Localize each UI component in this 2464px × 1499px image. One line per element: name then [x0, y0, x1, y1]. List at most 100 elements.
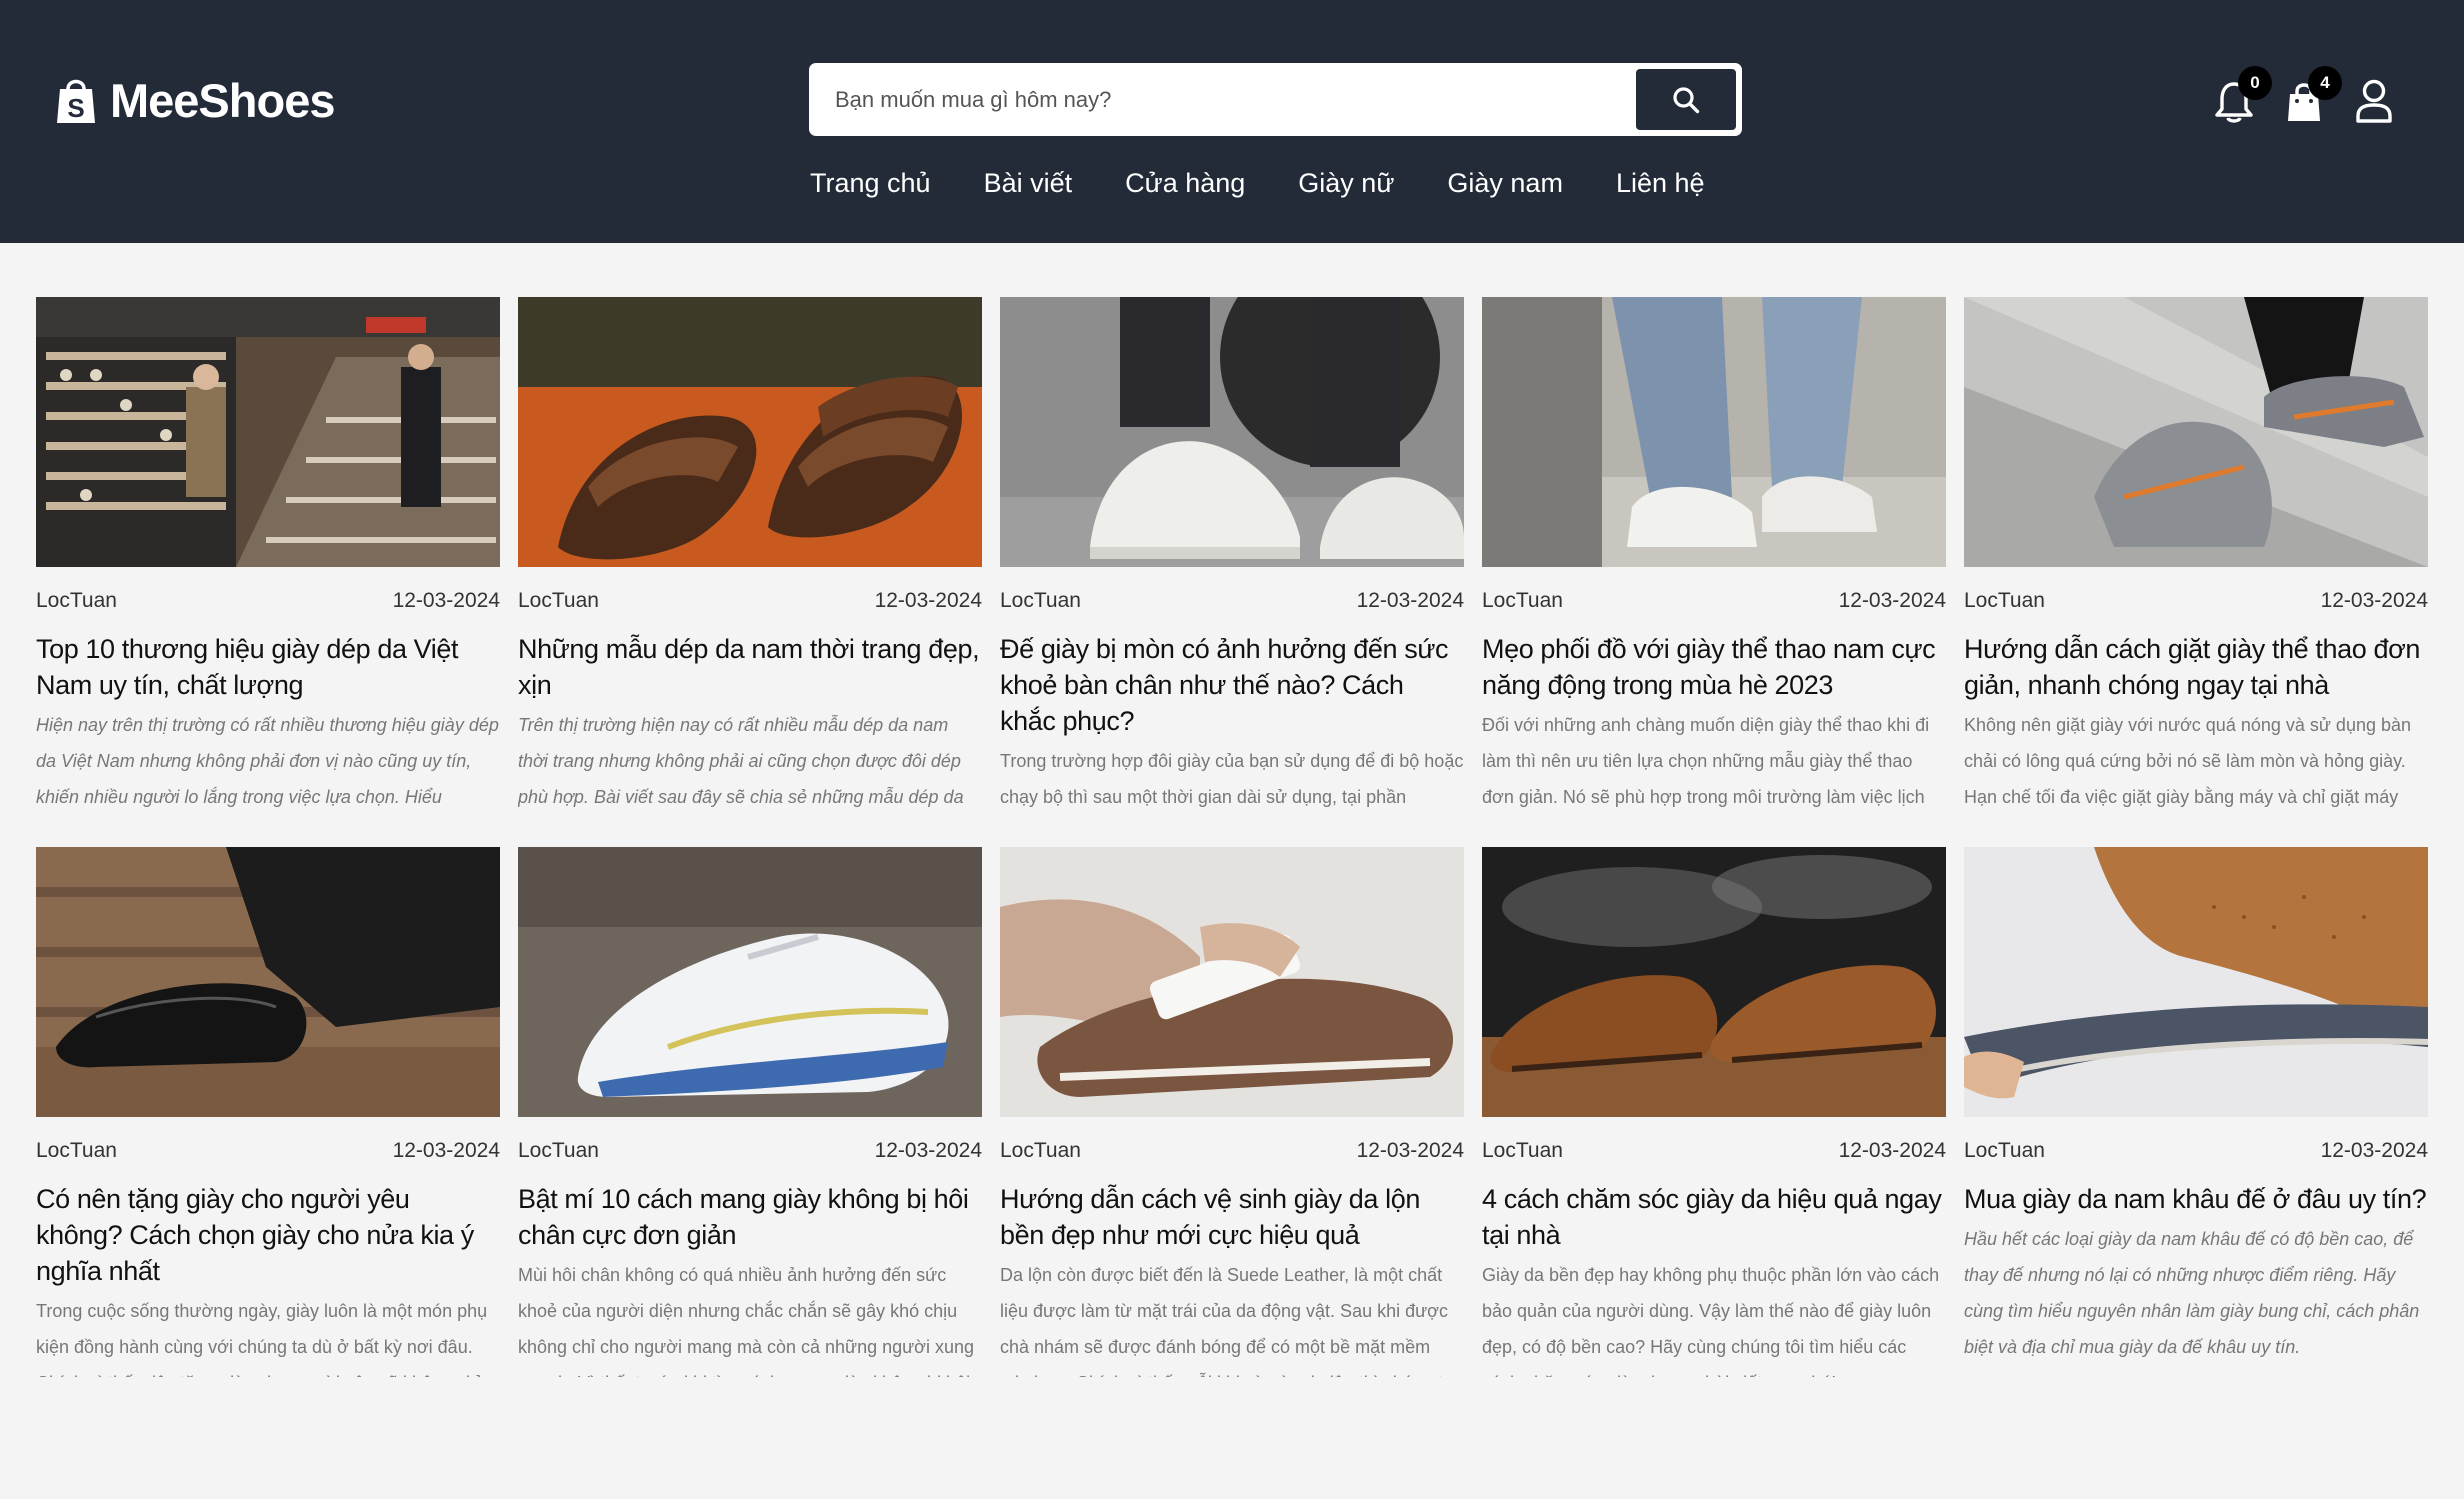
post-date: 12-03-2024 — [1838, 1139, 1946, 1162]
post-card[interactable]: LocTuan 12-03-2024 4 cách chăm sóc giày … — [1482, 847, 1946, 1377]
search-input[interactable] — [835, 63, 1615, 136]
post-author: LocTuan — [1000, 589, 1081, 612]
post-author: LocTuan — [1482, 589, 1563, 612]
post-thumbnail[interactable] — [518, 297, 982, 567]
search-button[interactable] — [1636, 69, 1736, 130]
post-date: 12-03-2024 — [1356, 1139, 1464, 1162]
brand-name: MeeShoes — [110, 73, 335, 127]
post-excerpt: Trong trường hợp đôi giày của bạn sử dụn… — [1000, 751, 1464, 807]
post-thumbnail[interactable] — [1482, 297, 1946, 567]
nav-item-women-shoes[interactable]: Giày nữ — [1298, 168, 1394, 208]
shoe-store-photo — [36, 297, 500, 567]
sneakers-jeans-photo — [1482, 297, 1946, 567]
post-author: LocTuan — [1000, 1139, 1081, 1162]
svg-text:S: S — [67, 93, 84, 123]
search-icon — [1673, 86, 1700, 113]
nav-item-store[interactable]: Cửa hàng — [1125, 168, 1245, 208]
stitched-sole-shoe-photo — [1964, 847, 2428, 1117]
post-author: LocTuan — [36, 1139, 117, 1162]
post-thumbnail[interactable] — [1000, 847, 1464, 1117]
post-excerpt: Đối với những anh chàng muốn diện giày t… — [1482, 715, 1930, 807]
search-bar — [809, 63, 1742, 136]
post-meta: LocTuan 12-03-2024 — [518, 589, 982, 617]
post-meta: LocTuan 12-03-2024 — [1964, 1139, 2428, 1167]
post-thumbnail[interactable] — [36, 297, 500, 567]
user-icon — [2356, 79, 2392, 123]
post-card[interactable]: LocTuan 12-03-2024 Hướng dẫn cách vệ sin… — [1000, 847, 1464, 1377]
white-sneakers-photo — [1000, 297, 1464, 567]
post-meta: LocTuan 12-03-2024 — [1482, 589, 1946, 617]
nav-item-men-shoes[interactable]: Giày nam — [1447, 168, 1563, 208]
post-author: LocTuan — [518, 1139, 599, 1162]
notifications-count-badge: 0 — [2238, 66, 2272, 100]
post-date: 12-03-2024 — [874, 589, 982, 612]
post-thumbnail[interactable] — [1964, 847, 2428, 1117]
post-meta: LocTuan 12-03-2024 — [36, 1139, 500, 1167]
grey-running-shoes-photo — [1964, 297, 2428, 567]
leather-sandals-photo — [518, 297, 982, 567]
shopping-bag-logo-icon: S — [57, 79, 95, 123]
post-author: LocTuan — [518, 589, 599, 612]
white-blue-sneaker-photo — [518, 847, 982, 1117]
post-excerpt: Giày da bền đẹp hay không phụ thuộc phần… — [1482, 1265, 1940, 1377]
post-title[interactable]: Hướng dẫn cách vệ sinh giày da lộn bền đ… — [1000, 1181, 1464, 1253]
post-title[interactable]: Có nên tặng giày cho người yêu không? Cá… — [36, 1181, 500, 1289]
post-excerpt: Trên thị trường hiện nay có rất nhiều mẫ… — [518, 715, 964, 807]
post-thumbnail[interactable] — [518, 847, 982, 1117]
post-excerpt: Trong cuộc sống thường ngày, giày luôn l… — [36, 1301, 488, 1377]
post-card[interactable]: LocTuan 12-03-2024 Mẹo phối đồ với giày … — [1482, 297, 1946, 827]
post-title[interactable]: Mẹo phối đồ với giày thể thao nam cực nă… — [1482, 631, 1946, 703]
post-meta: LocTuan 12-03-2024 — [1482, 1139, 1946, 1167]
post-card[interactable]: LocTuan 12-03-2024 Top 10 thương hiệu gi… — [36, 297, 500, 827]
post-author: LocTuan — [1964, 589, 2045, 612]
post-author: LocTuan — [36, 589, 117, 612]
post-title[interactable]: Mua giày da nam khâu đế ở đâu uy tín? — [1964, 1181, 2428, 1217]
post-title[interactable]: Hướng dẫn cách giặt giày thể thao đơn gi… — [1964, 631, 2428, 703]
post-title[interactable]: Những mẫu dép da nam thời trang đẹp, xịn — [518, 631, 982, 703]
post-meta: LocTuan 12-03-2024 — [1964, 589, 2428, 617]
post-thumbnail[interactable] — [36, 847, 500, 1117]
post-card[interactable]: LocTuan 12-03-2024 Hướng dẫn cách giặt g… — [1964, 297, 2428, 827]
post-author: LocTuan — [1964, 1139, 2045, 1162]
post-author: LocTuan — [1482, 1139, 1563, 1162]
main-nav: Trang chủ Bài viết Cửa hàng Giày nữ Giày… — [810, 168, 1758, 208]
post-excerpt: Da lộn còn được biết đến là Suede Leathe… — [1000, 1265, 1453, 1377]
post-title[interactable]: Top 10 thương hiệu giày dép da Việt Nam … — [36, 631, 500, 703]
post-card[interactable]: LocTuan 12-03-2024 Những mẫu dép da nam … — [518, 297, 982, 827]
post-meta: LocTuan 12-03-2024 — [1000, 1139, 1464, 1167]
post-date: 12-03-2024 — [874, 1139, 982, 1162]
post-meta: LocTuan 12-03-2024 — [518, 1139, 982, 1167]
post-thumbnail[interactable] — [1482, 847, 1946, 1117]
post-date: 12-03-2024 — [392, 1139, 500, 1162]
post-meta: LocTuan 12-03-2024 — [1000, 589, 1464, 617]
post-card[interactable]: LocTuan 12-03-2024 Đế giày bị mòn có ảnh… — [1000, 297, 1464, 827]
blog-post-grid: LocTuan 12-03-2024 Top 10 thương hiệu gi… — [36, 297, 2428, 1377]
post-date: 12-03-2024 — [2320, 1139, 2428, 1162]
post-thumbnail[interactable] — [1000, 297, 1464, 567]
suede-shoe-cleaning-photo — [1000, 847, 1464, 1117]
post-card[interactable]: LocTuan 12-03-2024 Có nên tặng giày cho … — [36, 847, 500, 1377]
post-excerpt: Hầu hết các loại giày da nam khâu đế có … — [1964, 1229, 2420, 1357]
site-header: S MeeShoes Trang chủ Bài viết Cửa hàng G… — [0, 0, 2464, 243]
nav-item-contact[interactable]: Liên hệ — [1616, 168, 1705, 208]
account-button[interactable] — [2350, 72, 2398, 124]
post-title[interactable]: Đế giày bị mòn có ảnh hưởng đến sức khoẻ… — [1000, 631, 1464, 739]
post-date: 12-03-2024 — [1838, 589, 1946, 612]
post-date: 12-03-2024 — [1356, 589, 1464, 612]
post-card[interactable]: LocTuan 12-03-2024 Bật mí 10 cách mang g… — [518, 847, 982, 1377]
brand-logo[interactable]: S MeeShoes — [54, 70, 335, 130]
post-title[interactable]: 4 cách chăm sóc giày da hiệu quả ngay tạ… — [1482, 1181, 1946, 1253]
brown-leather-shoes-photo — [1482, 847, 1946, 1117]
nav-item-blog[interactable]: Bài viết — [984, 168, 1073, 208]
header-actions: 0 4 — [2188, 66, 2398, 128]
post-excerpt: Không nên giặt giày với nước quá nóng và… — [1964, 715, 2412, 807]
post-thumbnail[interactable] — [1964, 297, 2428, 567]
post-date: 12-03-2024 — [392, 589, 500, 612]
post-card[interactable]: LocTuan 12-03-2024 Mua giày da nam khâu … — [1964, 847, 2428, 1377]
nav-item-home[interactable]: Trang chủ — [810, 168, 931, 208]
post-date: 12-03-2024 — [2320, 589, 2428, 612]
post-excerpt: Hiện nay trên thị trường có rất nhiều th… — [36, 715, 499, 807]
notifications-button[interactable]: 0 — [2210, 66, 2272, 124]
cart-button[interactable]: 4 — [2280, 66, 2342, 124]
post-title[interactable]: Bật mí 10 cách mang giày không bị hôi ch… — [518, 1181, 982, 1253]
